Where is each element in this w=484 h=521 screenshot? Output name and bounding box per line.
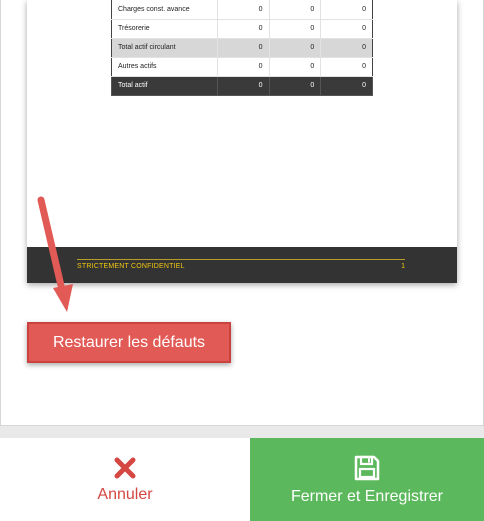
row-label: Charges const. avance [111,0,218,20]
row-label: Total actif [111,76,218,96]
restore-defaults-button[interactable]: Restaurer les défauts [27,322,231,363]
cell-value: 0 [268,19,321,39]
cancel-button[interactable]: Annuler [0,438,250,521]
arrow-icon [37,196,73,312]
row-label: Total actif circulant [111,38,218,58]
cell-value: 0 [216,76,270,96]
cell-value: 0 [268,76,321,96]
footer-divider [77,259,405,260]
table-row: Autres actifs 0 0 0 [111,57,373,77]
row-label: Trésorerie [111,19,218,39]
cell-value: 0 [320,76,373,96]
table-row-total: Total actif 0 0 0 [111,76,373,96]
cell-value: 0 [320,57,373,77]
cancel-label: Annuler [97,485,153,503]
footer-page-number: 1 [401,263,405,270]
save-and-close-button[interactable]: Fermer et Enregistrer [250,438,484,521]
cell-value: 0 [216,0,270,20]
cell-value: 0 [268,57,321,77]
save-label: Fermer et Enregistrer [290,487,444,505]
footer-confidential-text: STRICTEMENT CONFIDENTIEL [77,263,185,270]
cell-value: 0 [216,38,270,58]
floppy-disk-icon [354,455,380,480]
table-row: Trésorerie 0 0 0 [111,19,373,39]
document-page-preview: Charges const. avance 0 0 0 Trésorerie 0… [27,0,457,283]
page-footer: STRICTEMENT CONFIDENTIEL 1 [27,247,457,283]
row-label: Autres actifs [111,57,218,77]
cell-value: 0 [320,38,373,58]
preview-table: Charges const. avance 0 0 0 Trésorerie 0… [111,0,373,96]
cell-value: 0 [320,19,373,39]
cell-value: 0 [320,0,373,20]
cell-value: 0 [216,19,270,39]
cell-value: 0 [216,57,270,77]
restore-defaults-label: Restaurer les défauts [52,333,206,351]
table-row: Charges const. avance 0 0 0 [111,0,373,20]
cell-value: 0 [268,0,321,20]
preview-panel: Charges const. avance 0 0 0 Trésorerie 0… [0,0,484,426]
cell-value: 0 [268,38,321,58]
close-icon [114,457,136,478]
table-row-subtotal: Total actif circulant 0 0 0 [111,38,373,58]
